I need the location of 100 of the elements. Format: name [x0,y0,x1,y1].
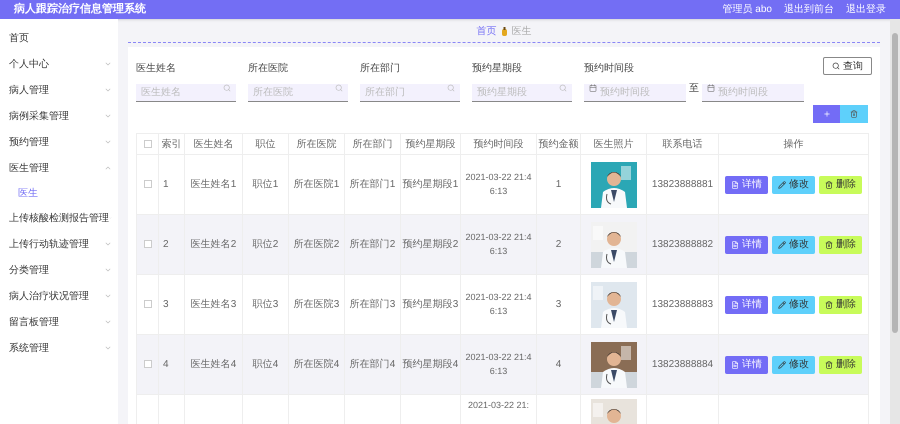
table-cell: 医生姓名1 [190,179,236,190]
sidebar-item[interactable]: 上传行动轨迹管理 [0,231,118,257]
sidebar-item[interactable]: 个人中心 [0,51,118,77]
sidebar-item[interactable]: 系统管理 [0,335,118,361]
edit-button[interactable]: 修改 [772,236,815,254]
search-icon [447,84,455,92]
table-cell: 职位1 [252,179,278,190]
delete-button[interactable]: 删除 [819,356,862,374]
trash-icon [825,300,833,308]
scrollbar[interactable] [890,19,900,424]
chevron-down-icon [104,240,112,248]
search-field[interactable]: 所在医院 [248,84,348,102]
edit-button[interactable]: 修改 [772,176,815,194]
calendar-icon [589,84,597,92]
details-button[interactable]: 详情 [725,236,768,254]
details-button[interactable]: 详情 [725,296,768,314]
search-field[interactable]: 所在部门 [360,84,460,102]
sidebar-item[interactable]: 上传核酸检测报告管理 [0,205,118,231]
search-icon [335,84,343,92]
table-cell: 所在医院2 [294,239,340,250]
pencil-icon [778,240,786,248]
header-link[interactable]: 退出登录 [846,2,886,17]
table-cell: 所在部门4 [350,359,396,370]
edit-button[interactable]: 修改 [772,356,815,374]
sidebar-item[interactable]: 病人治疗状况管理 [0,283,118,309]
table-cell: 13823888884 [652,359,714,370]
breadcrumb-item[interactable]: 首页 [476,24,496,39]
trash-icon [825,180,833,188]
table-cell: 预约星期段1 [402,179,458,190]
filter-label: 医生姓名 [136,62,177,76]
pencil-icon [778,180,786,188]
table-cell: 4 [163,359,169,370]
table-cell-text: 2021-03-22 21:46:13 [464,291,533,318]
chevron-down-icon [104,112,112,120]
range-separator: 至 [689,82,699,96]
table-cell: 医生姓名3 [190,299,236,310]
table-cell: 1 [556,179,562,190]
filter-label: 所在医院 [248,62,289,76]
sidebar-item[interactable]: 留言板管理 [0,309,118,335]
table-cell: 13823888881 [652,179,714,190]
delete-button[interactable]: 删除 [819,176,862,194]
delete-button[interactable]: 删除 [819,296,862,314]
search-field[interactable]: 医生姓名 [136,84,236,102]
table-cell: 职位4 [252,359,278,370]
table-cell: 4 [556,359,562,370]
table-cell: 2 [163,239,169,250]
table-cell: 职位2 [252,239,278,250]
trash-icon [825,360,833,368]
plus-icon [822,110,830,118]
column-header: 操作 [718,134,868,154]
sidebar-subitem[interactable]: 医生 [0,181,118,205]
search-icon [223,84,231,92]
document-icon [731,360,739,368]
search-icon [832,62,840,70]
table-cell: 13823888883 [652,299,714,310]
query-button[interactable]: 查询 [823,57,872,75]
table-cell: 所在部门3 [350,299,396,310]
table-cell: 预约星期段4 [402,359,458,370]
table-cell: 医生姓名2 [190,239,236,250]
table-cell-text: 2021-03-22 21:46:13 [464,231,533,258]
sidebar-item[interactable]: 预约管理 [0,129,118,155]
table-cell-text: 2021-03-22 21:46:13 [464,351,533,378]
header-link[interactable]: 退出到前台 [784,2,834,17]
table-cell: 医生姓名4 [190,359,236,370]
chevron-up-icon [104,164,112,172]
checkbox[interactable] [144,240,152,248]
table-cell: 1 [163,179,169,190]
checkbox[interactable] [144,180,152,188]
details-button[interactable]: 详情 [725,356,768,374]
sidebar-item[interactable]: 病例采集管理 [0,103,118,129]
date-field[interactable]: 预约时间段 [584,84,686,102]
filter-label: 所在部门 [360,62,401,76]
table-cell: 预约星期段3 [402,299,458,310]
sidebar-item[interactable]: 病人管理 [0,77,118,103]
sidebar-item[interactable]: 首页 [0,25,118,51]
table-cell: 所在部门1 [350,179,396,190]
table-cell: 职位3 [252,299,278,310]
checkbox[interactable] [144,140,152,148]
search-field[interactable]: 预约星期段 [472,84,572,102]
sidebar-item[interactable]: 医生管理 [0,155,118,181]
date-field[interactable]: 预约时间段 [702,84,804,102]
table-cell: 预约星期段2 [402,239,458,250]
bottle-icon [500,27,508,36]
checkbox[interactable] [144,300,152,308]
document-icon [731,180,739,188]
table-cell: 所在医院1 [294,179,340,190]
table-cell: 所在部门2 [350,239,396,250]
breadcrumb-item: 医生 [512,24,532,39]
table-cell: 所在医院4 [294,359,340,370]
details-button[interactable]: 详情 [725,176,768,194]
delete-button[interactable]: 删除 [819,236,862,254]
pencil-icon [778,300,786,308]
pencil-icon [778,360,786,368]
document-icon [731,300,739,308]
table-cell: 所在医院3 [294,299,340,310]
edit-button[interactable]: 修改 [772,296,815,314]
delete-button[interactable] [840,105,868,123]
checkbox[interactable] [144,360,152,368]
chevron-down-icon [104,86,112,94]
sidebar-item[interactable]: 分类管理 [0,257,118,283]
